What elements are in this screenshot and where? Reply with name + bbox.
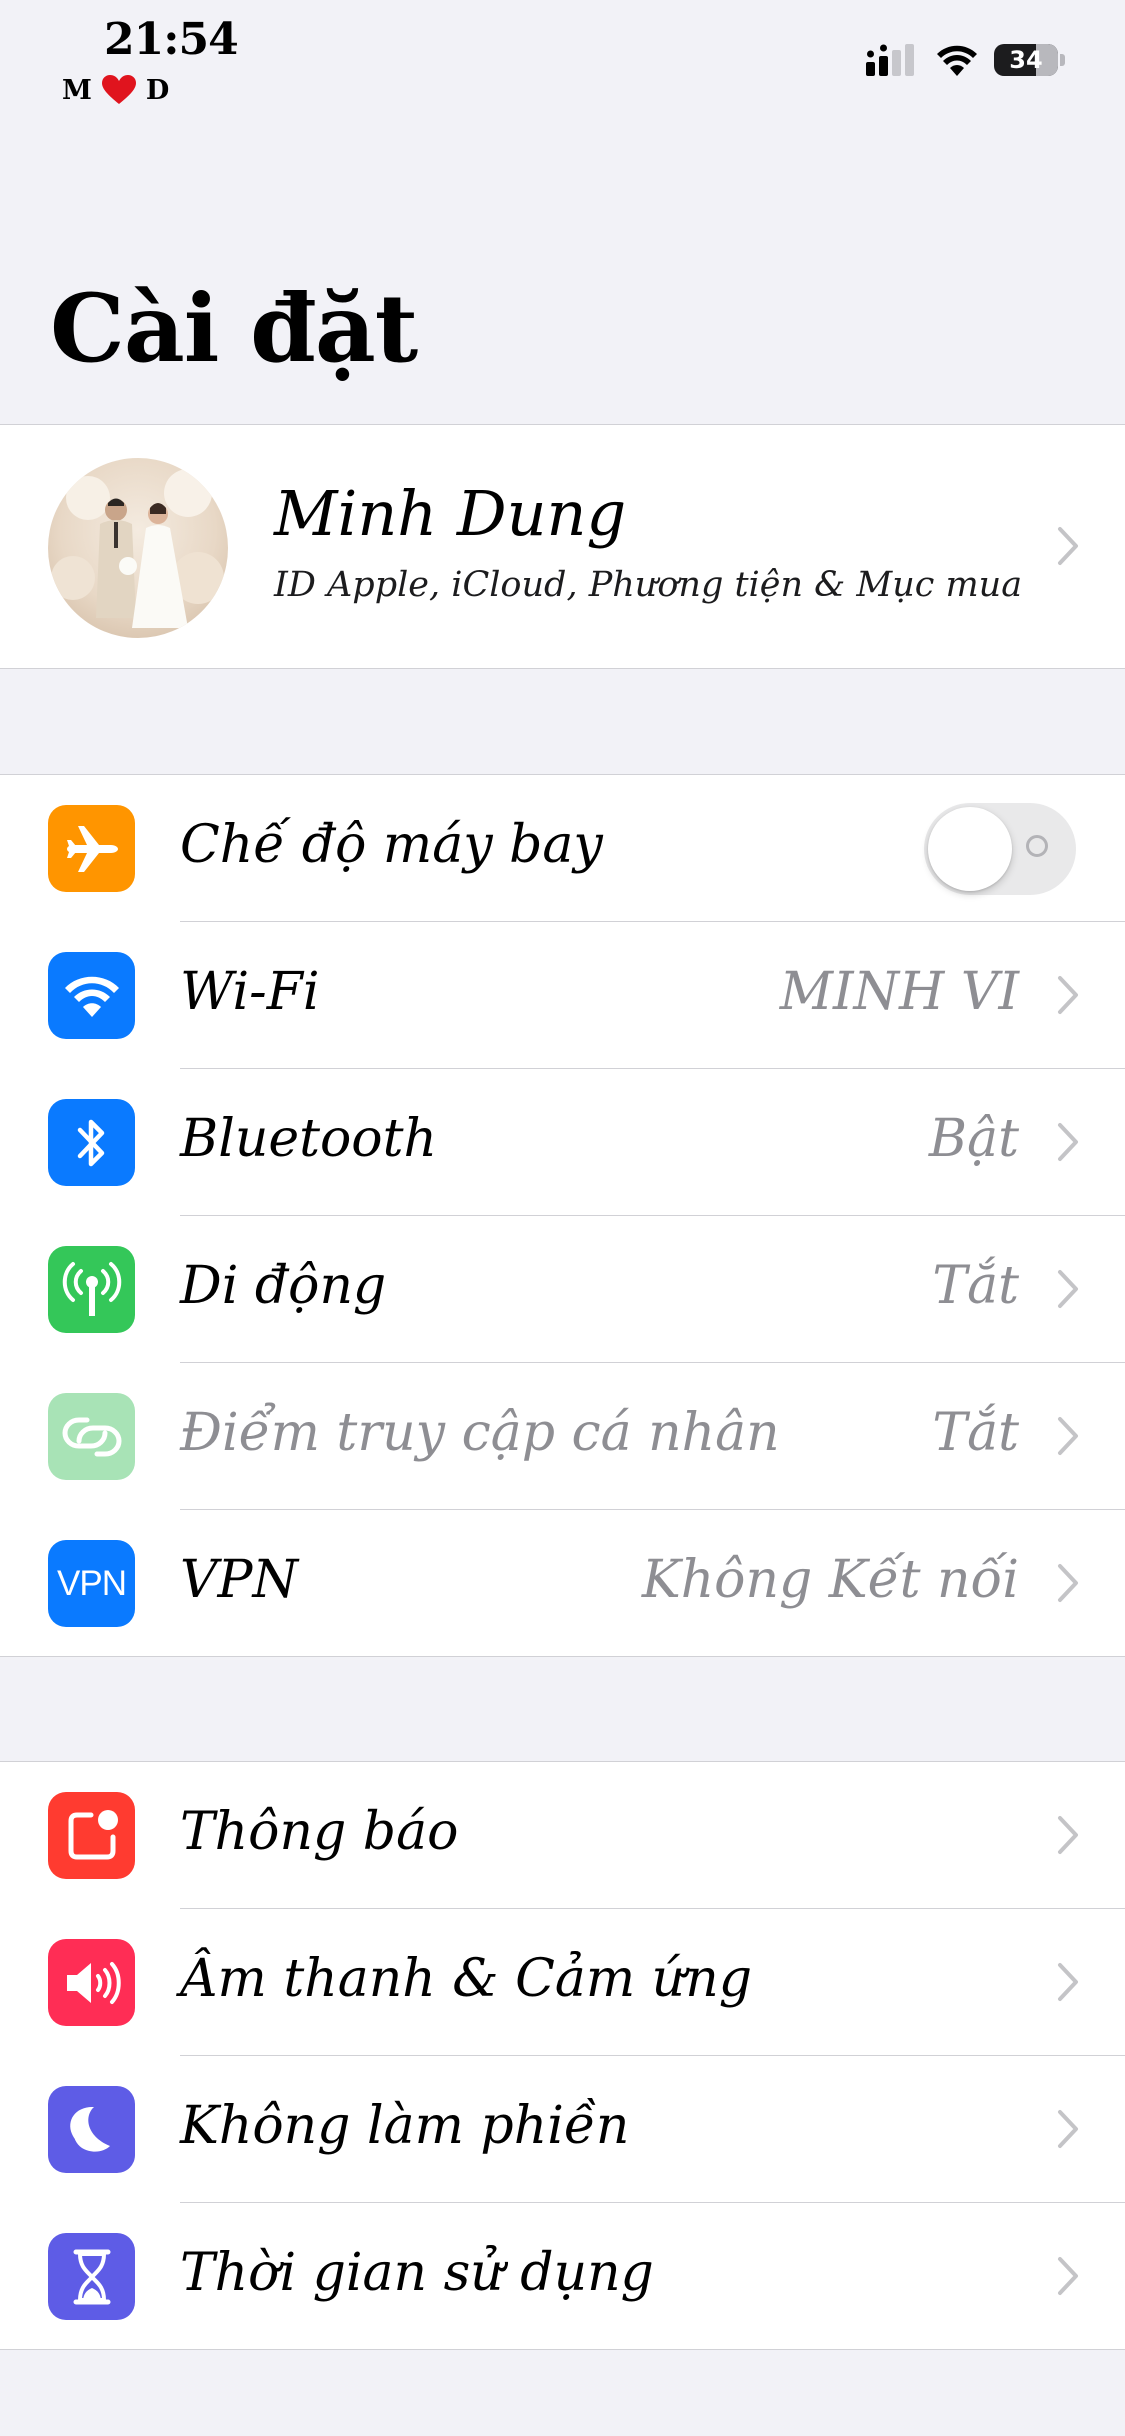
battery-icon: 34 [994, 42, 1066, 78]
chevron-right-icon [1058, 2257, 1078, 2295]
chevron-right-icon [1058, 1564, 1078, 1602]
chevron-right-icon [1058, 527, 1078, 565]
airplane-icon [48, 805, 135, 892]
chevron-right-icon [1058, 1417, 1078, 1455]
page-title: Cài đặt [50, 274, 418, 384]
avatar [48, 458, 228, 638]
cellular-row[interactable]: Di động Tắt [0, 1216, 1125, 1363]
hotspot-link-icon [48, 1393, 135, 1480]
chevron-right-icon [1058, 1816, 1078, 1854]
notifications-label: Thông báo [180, 1802, 459, 1862]
heart-icon [101, 75, 136, 104]
do-not-disturb-row[interactable]: Không làm phiền [0, 2056, 1125, 2203]
personal-hotspot-row[interactable]: Điểm truy cập cá nhân Tắt [0, 1363, 1125, 1510]
cellular-label: Di động [180, 1256, 387, 1316]
wifi-icon [48, 952, 135, 1039]
chevron-right-icon [1058, 2110, 1078, 2148]
personal-hotspot-label: Điểm truy cập cá nhân [180, 1403, 780, 1463]
chevron-right-icon [1058, 1123, 1078, 1161]
chevron-right-icon [1058, 1270, 1078, 1308]
moon-icon [48, 2086, 135, 2173]
bluetooth-label: Bluetooth [180, 1109, 438, 1169]
sounds-haptics-label: Âm thanh & Cảm ứng [180, 1949, 752, 2009]
notification-badge-icon [48, 1792, 135, 1879]
screen-time-row[interactable]: Thời gian sử dụng [0, 2203, 1125, 2350]
carrier-right: D [145, 74, 170, 106]
wifi-network-value: MINH VI [779, 962, 1019, 1022]
wifi-row[interactable]: Wi-Fi MINH VI [0, 922, 1125, 1069]
speaker-icon [48, 1939, 135, 2026]
hourglass-icon [48, 2233, 135, 2320]
sounds-haptics-row[interactable]: Âm thanh & Cảm ứng [0, 1909, 1125, 2056]
apple-id-profile-row[interactable]: Minh Dung ID Apple, iCloud, Phương tiện … [0, 424, 1125, 669]
wifi-label: Wi-Fi [180, 962, 320, 1022]
profile-subtitle: ID Apple, iCloud, Phương tiện & Mục mua [274, 565, 1023, 605]
wifi-status-icon [937, 45, 977, 76]
airplane-mode-row: Chế độ máy bay [0, 775, 1125, 922]
vpn-row[interactable]: VPN VPN Không Kết nối [0, 1510, 1125, 1657]
vpn-icon: VPN [48, 1540, 135, 1627]
carrier-left: M [62, 74, 92, 106]
vpn-icon-text: VPN [57, 1563, 127, 1603]
carrier-label: M D [62, 74, 169, 106]
cellular-antenna-icon [48, 1246, 135, 1333]
chevron-right-icon [1058, 976, 1078, 1014]
status-time: 21:54 [104, 14, 239, 65]
vpn-value: Không Kết nối [641, 1550, 1019, 1610]
screen-time-label: Thời gian sử dụng [180, 2243, 654, 2303]
battery-level: 34 [1009, 46, 1043, 74]
airplane-mode-label: Chế độ máy bay [180, 815, 603, 875]
bluetooth-icon [48, 1099, 135, 1186]
connectivity-group: Chế độ máy bay Wi-Fi MINH VI Bluetooth B… [0, 774, 1125, 1657]
personal-hotspot-value: Tắt [932, 1403, 1019, 1463]
notifications-row[interactable]: Thông báo [0, 1762, 1125, 1909]
chevron-right-icon [1058, 1963, 1078, 2001]
bluetooth-row[interactable]: Bluetooth Bật [0, 1069, 1125, 1216]
profile-name: Minh Dung [274, 477, 627, 550]
cellular-value: Tắt [932, 1256, 1019, 1316]
do-not-disturb-label: Không làm phiền [180, 2096, 630, 2156]
cellular-signal-icon [866, 44, 914, 76]
airplane-mode-toggle[interactable] [924, 803, 1076, 895]
notifications-group: Thông báo Âm thanh & Cảm ứng Không làm p… [0, 1761, 1125, 2350]
bluetooth-value: Bật [928, 1109, 1019, 1169]
status-bar: 21:54 M D 34 [0, 0, 1125, 120]
vpn-label: VPN [180, 1550, 299, 1610]
